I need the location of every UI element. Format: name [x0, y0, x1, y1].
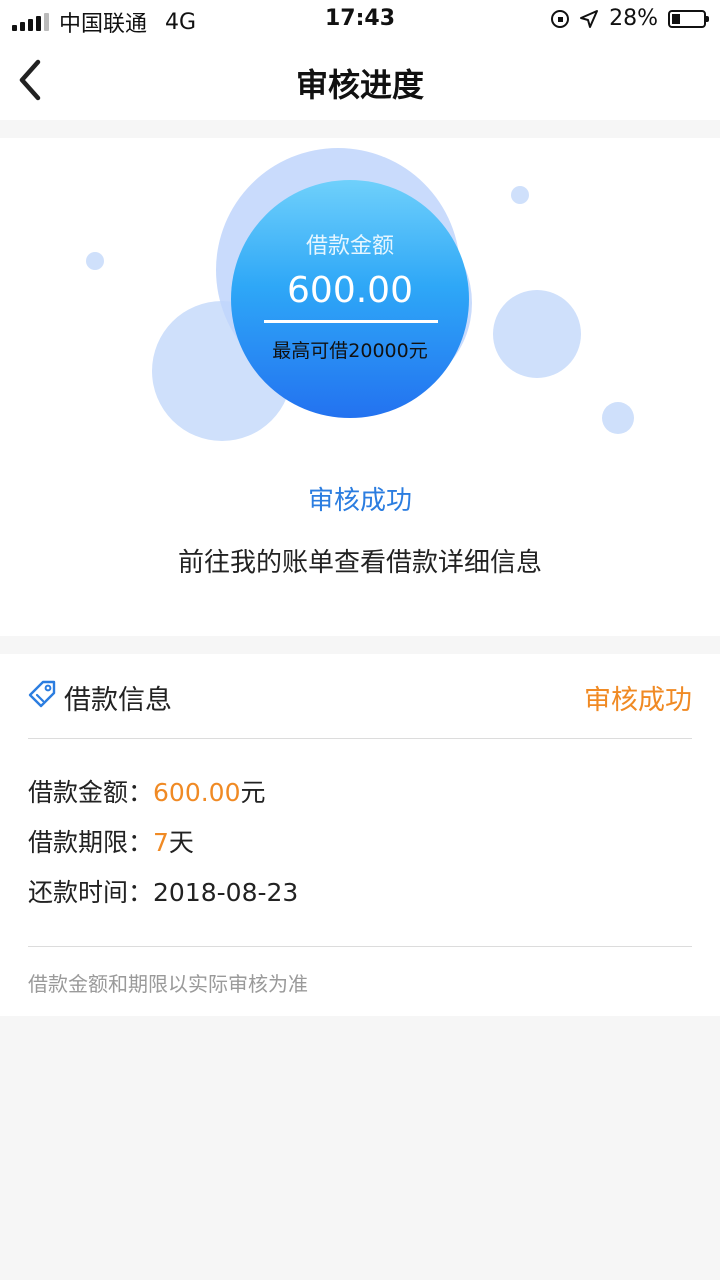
row-unit: 元 [240, 778, 266, 807]
location-arrow-icon [580, 9, 599, 28]
row-unit: 天 [168, 828, 194, 857]
loan-details: 借款金额：600.00元 借款期限：7天 还款时间：2018-08-23 [28, 774, 298, 924]
rotation-lock-icon [551, 9, 570, 28]
row-label: 还款时间： [28, 878, 154, 907]
tag-icon [28, 680, 56, 708]
loan-amount-row: 借款金额：600.00元 [28, 774, 298, 824]
max-borrow-text: 最高可借20000元 [272, 340, 428, 362]
loan-info-title: 借款信息 [64, 685, 172, 716]
row-value: 2018-08-23 [153, 878, 299, 907]
battery-fill [672, 13, 680, 24]
battery-percent: 28% [609, 6, 658, 31]
loan-info-header: 借款信息 审核成功 [28, 654, 692, 739]
loan-status-badge: 审核成功 [584, 685, 692, 716]
nav-bar: 审核进度 [0, 40, 720, 120]
amount-divider [264, 320, 438, 323]
divider [28, 946, 692, 947]
status-bar-right: 28% [551, 6, 709, 31]
battery-icon [668, 9, 709, 28]
row-value: 600.00 [153, 778, 241, 807]
loan-info-card: 借款信息 审核成功 借款金额：600.00元 借款期限：7天 还款时间：2018… [0, 654, 720, 1016]
loan-note: 借款金额和期限以实际审核为准 [28, 972, 308, 996]
row-label: 借款期限： [28, 828, 154, 857]
page-title: 审核进度 [295, 66, 424, 104]
amount-circle: 借款金额 600.00 最高可借20000元 [231, 180, 469, 418]
review-card: 借款金额 600.00 最高可借20000元 审核成功 前往我的账单查看借款详细… [0, 138, 720, 636]
row-label: 借款金额： [28, 778, 154, 807]
row-value: 7 [153, 828, 169, 857]
review-status-title: 审核成功 [307, 486, 412, 516]
loan-term-row: 借款期限：7天 [28, 824, 298, 874]
amount-value: 600.00 [287, 270, 413, 311]
amount-label: 借款金额 [305, 234, 394, 259]
review-description[interactable]: 前往我的账单查看借款详细信息 [0, 542, 720, 579]
status-bar: 中国联通 4G 17:43 28% [0, 0, 720, 40]
repayment-date-row: 还款时间：2018-08-23 [28, 874, 298, 924]
